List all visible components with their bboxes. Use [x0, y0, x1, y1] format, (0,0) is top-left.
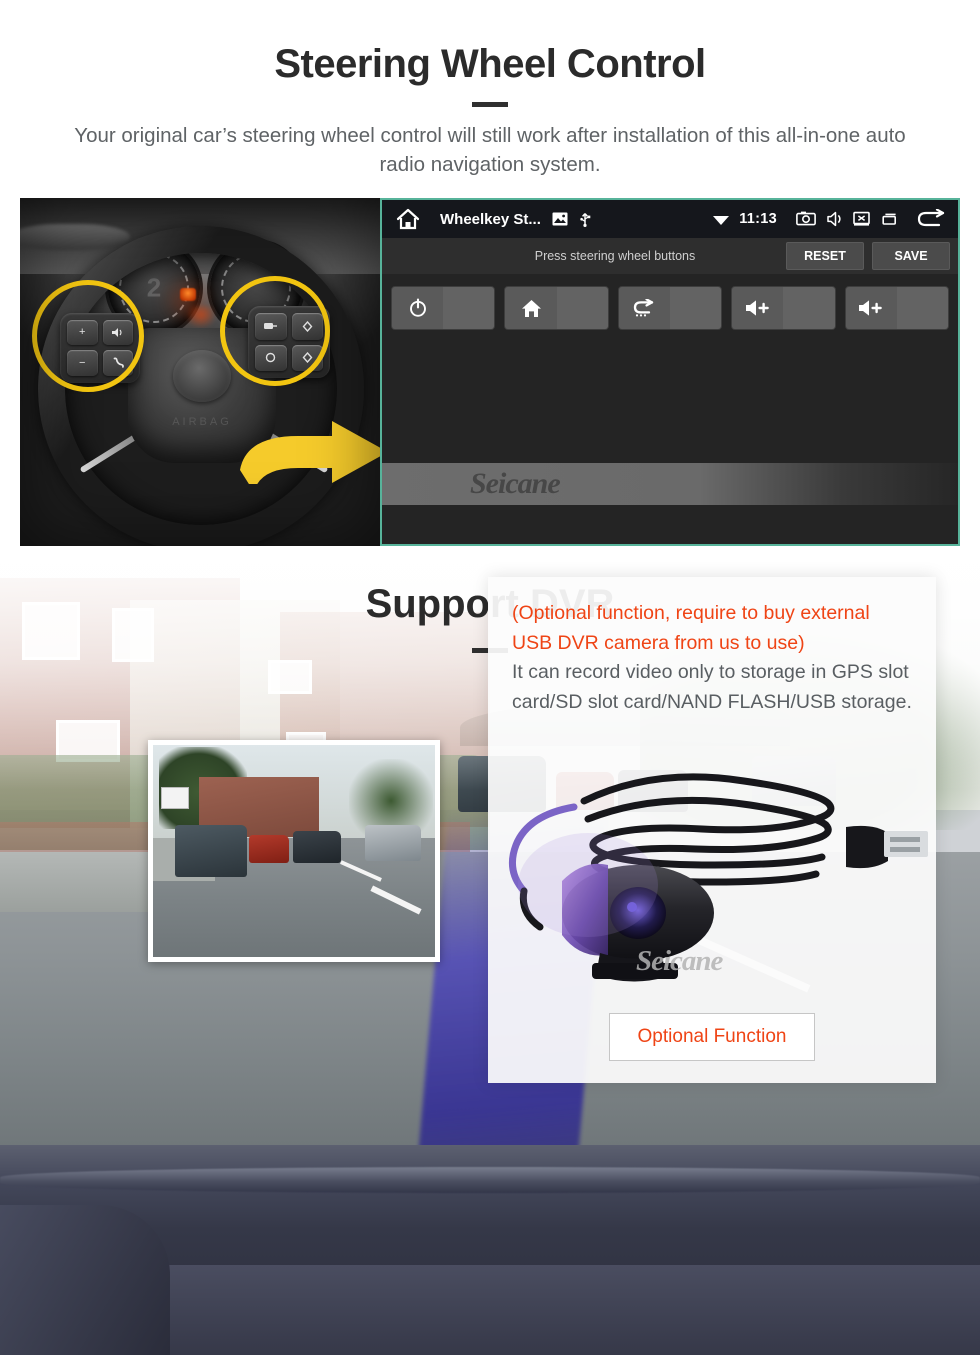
recents-icon[interactable] [880, 212, 898, 226]
page-subtitle: Your original car’s steering wheel contr… [74, 124, 906, 177]
dashboard-side [0, 1205, 170, 1355]
dashcam-preview-frame [148, 740, 440, 962]
brand-watermark: Seicane [470, 467, 561, 500]
dvr-info-panel: (Optional function, require to buy exter… [488, 577, 936, 1083]
steering-wheel-photo: 2 AIRBAG + − [20, 198, 380, 546]
wheel-key-mapping-row [382, 274, 958, 330]
camera-brand-watermark: Seicane [636, 945, 723, 977]
car-dashboard-foreground [0, 1145, 980, 1355]
key-value-volume-up-2 [896, 287, 949, 329]
airbag-label: AIRBAG [172, 416, 232, 428]
dashboard-ridge [0, 1167, 980, 1193]
camera-screenshot-icon[interactable] [796, 211, 816, 227]
home-icon [505, 287, 557, 329]
highlight-circle-right [220, 276, 330, 386]
title-divider [472, 102, 508, 107]
image-icon [552, 212, 568, 226]
key-mapping-volume-up-2[interactable] [844, 286, 950, 330]
key-mapping-volume-up-1[interactable] [731, 286, 836, 330]
key-value-power [443, 287, 495, 329]
yellow-arrow-icon [240, 421, 380, 484]
horn-button [173, 350, 231, 402]
watermark-band: Seicane [382, 463, 958, 505]
page-title: Steering Wheel Control [274, 42, 706, 86]
key-mapping-home[interactable] [504, 286, 609, 330]
instruction-text: Press steering wheel buttons [534, 249, 696, 263]
key-value-home [556, 287, 608, 329]
volume-up-icon [732, 287, 784, 329]
key-mapping-back[interactable] [617, 286, 723, 330]
key-mapping-power[interactable] [391, 286, 496, 330]
volume-icon[interactable] [826, 211, 843, 227]
back-arrow-icon[interactable] [916, 209, 946, 229]
dvr-notice: (Optional function, require to buy exter… [488, 577, 936, 718]
head-unit-screen: Wheelkey St... 11:13 Press steering whee… [380, 198, 960, 546]
dashcam-car-dark [293, 831, 341, 863]
dashcam-car-suv [175, 825, 247, 877]
wifi-icon [712, 212, 730, 226]
android-status-bar: Wheelkey St... 11:13 [382, 200, 958, 238]
head-unit-body: Seicane [382, 330, 958, 505]
dashboard-lower [100, 1265, 980, 1355]
reset-button[interactable]: RESET [786, 242, 864, 270]
dashcam-car-red [249, 835, 289, 863]
home-outline-icon[interactable] [396, 208, 420, 230]
save-button[interactable]: SAVE [872, 242, 950, 270]
dashcam-car-silver [365, 825, 421, 861]
key-value-back [670, 287, 722, 329]
key-value-volume-up-1 [783, 287, 835, 329]
dashcam-road-sign [161, 787, 189, 809]
dashcam-trees-right [349, 759, 433, 835]
dvr-notice-gray: It can record video only to storage in G… [512, 661, 912, 713]
power-icon [392, 287, 444, 329]
optional-function-button[interactable]: Optional Function [609, 1013, 815, 1061]
steering-wheel-control-section: Steering Wheel Control Your original car… [0, 0, 980, 560]
app-title: Wheelkey St... [440, 210, 541, 228]
support-dvr-section: Support DVR (Optional function, require … [0, 560, 980, 1355]
volume-up-icon [845, 287, 897, 329]
highlight-circle-left [32, 280, 144, 392]
action-bar: Press steering wheel buttons RESET SAVE [382, 238, 958, 274]
usb-icon [579, 211, 591, 227]
clock: 11:13 [739, 211, 777, 227]
dashcam-preview-image [153, 745, 435, 957]
back-return-icon [618, 287, 671, 329]
screen-off-icon[interactable] [853, 211, 870, 227]
media-row: 2 AIRBAG + − Wheelkey St... 11:13 Press … [20, 198, 960, 546]
dvr-notice-orange: (Optional function, require to buy exter… [512, 602, 870, 654]
